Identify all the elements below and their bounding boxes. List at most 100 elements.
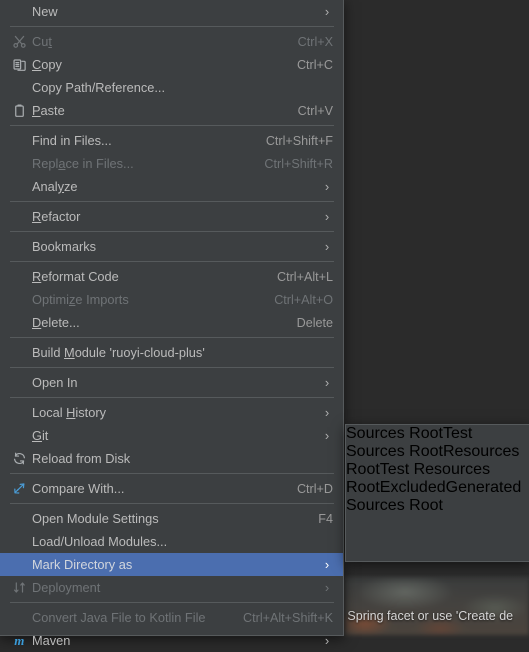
copy-icon	[6, 57, 32, 73]
icon-placeholder	[6, 179, 32, 195]
menu-item-find-in-files[interactable]: Find in Files... Ctrl+Shift+F	[0, 129, 343, 152]
menu-item-open-module-settings[interactable]: Open Module Settings F4	[0, 507, 343, 530]
submenu-item-label: Sources Root	[346, 425, 443, 442]
menu-item-label: Find in Files...	[32, 133, 112, 148]
icon-placeholder	[6, 269, 32, 285]
chevron-right-icon: ›	[324, 209, 330, 224]
menu-item-shortcut: Ctrl+D	[296, 481, 333, 496]
menu-item-label: Compare With...	[32, 481, 125, 496]
menu-item-shortcut: Ctrl+X	[297, 34, 333, 49]
menu-item-replace-in-files: Replace in Files... Ctrl+Shift+R	[0, 152, 343, 175]
menu-item-maven[interactable]: m Maven ›	[0, 629, 343, 652]
menu-item-load-unload-modules[interactable]: Load/Unload Modules...	[0, 530, 343, 553]
menu-item-copy-path-reference[interactable]: Copy Path/Reference...	[0, 76, 343, 99]
menu-item-local-history[interactable]: Local History ›	[0, 401, 343, 424]
icon-placeholder	[6, 511, 32, 527]
menu-item-deployment: Deployment ›	[0, 576, 343, 599]
menu-separator	[10, 201, 334, 202]
chevron-right-icon: ›	[324, 405, 330, 420]
menu-item-bookmarks[interactable]: Bookmarks ›	[0, 235, 343, 258]
chevron-right-icon: ›	[324, 580, 330, 595]
menu-separator	[10, 367, 334, 368]
menu-separator	[10, 397, 334, 398]
menu-item-compare-with[interactable]: Compare With... Ctrl+D	[0, 477, 343, 500]
icon-placeholder	[6, 345, 32, 361]
menu-item-open-in[interactable]: Open In ›	[0, 371, 343, 394]
menu-item-git[interactable]: Git ›	[0, 424, 343, 447]
icon-placeholder	[6, 292, 32, 308]
menu-item-paste[interactable]: Paste Ctrl+V	[0, 99, 343, 122]
submenu-item-label: Excluded	[379, 479, 446, 496]
menu-item-label: Local History	[32, 405, 106, 420]
chevron-right-icon: ›	[324, 428, 330, 443]
icon-placeholder	[6, 428, 32, 444]
menu-item-shortcut: Ctrl+Alt+L	[277, 269, 333, 284]
menu-item-shortcut: Ctrl+Alt+O	[274, 292, 333, 307]
refresh-icon	[6, 451, 32, 467]
icon-placeholder	[6, 209, 32, 225]
menu-item-label: Build Module 'ruoyi-cloud-plus'	[32, 345, 205, 360]
menu-item-copy[interactable]: Copy Ctrl+C	[0, 53, 343, 76]
menu-item-label: Cut	[32, 34, 52, 49]
chevron-right-icon: ›	[324, 557, 330, 572]
menu-item-delete[interactable]: Delete... Delete	[0, 311, 343, 334]
chevron-right-icon: ›	[324, 179, 330, 194]
menu-item-shortcut: Ctrl+Shift+R	[264, 156, 333, 171]
menu-separator	[10, 602, 334, 603]
menu-item-convert-java-file-to-kotlin-file: Convert Java File to Kotlin File Ctrl+Alt…	[0, 606, 343, 629]
scissors-icon	[6, 34, 32, 50]
icon-placeholder	[6, 534, 32, 550]
icon-placeholder	[6, 610, 32, 626]
menu-item-label: Reload from Disk	[32, 451, 131, 466]
menu-item-new[interactable]: New ›	[0, 0, 343, 23]
menu-item-label: Mark Directory as	[32, 557, 133, 572]
menu-item-label: Open In	[32, 375, 78, 390]
menu-item-shortcut: F4	[318, 511, 333, 526]
menu-item-label: Delete...	[32, 315, 80, 330]
menu-separator	[10, 125, 334, 126]
menu-item-label: Load/Unload Modules...	[32, 534, 168, 549]
chevron-right-icon: ›	[324, 633, 330, 648]
menu-item-reload-from-disk[interactable]: Reload from Disk	[0, 447, 343, 470]
menu-item-label: Replace in Files...	[32, 156, 134, 171]
menu-item-label: Optimize Imports	[32, 292, 129, 307]
mark-directory-as-submenu[interactable]: Sources RootTest Sources RootResources R…	[345, 424, 529, 562]
chevron-right-icon: ›	[324, 375, 330, 390]
chevron-right-icon: ›	[324, 4, 330, 19]
compare-icon	[6, 481, 32, 497]
clipboard-icon	[6, 103, 32, 119]
menu-item-shortcut: Delete	[296, 315, 333, 330]
menu-item-label: Copy	[32, 57, 62, 72]
menu-item-label: Bookmarks	[32, 239, 97, 254]
icon-placeholder	[6, 375, 32, 391]
menu-item-label: Deployment	[32, 580, 101, 595]
menu-item-analyze[interactable]: Analyze ›	[0, 175, 343, 198]
menu-item-label: Open Module Settings	[32, 511, 159, 526]
menu-separator	[10, 337, 334, 338]
menu-item-optimize-imports: Optimize Imports Ctrl+Alt+O	[0, 288, 343, 311]
menu-item-label: Reformat Code	[32, 269, 119, 284]
menu-item-label: Paste	[32, 103, 65, 118]
backdrop-status-text: e Spring facet or use 'Create de	[345, 609, 514, 623]
menu-item-label: New	[32, 4, 58, 19]
icon-placeholder	[6, 80, 32, 96]
menu-separator	[10, 473, 334, 474]
icon-placeholder	[6, 405, 32, 421]
icon-placeholder	[6, 156, 32, 172]
project-context-menu[interactable]: New › Cut Ctrl+X Copy Ctrl+C Copy Path/Referen…	[0, 0, 344, 648]
menu-item-build-module-ruoyi-cloud-plus[interactable]: Build Module 'ruoyi-cloud-plus'	[0, 341, 343, 364]
menu-separator	[10, 231, 334, 232]
menu-separator	[10, 26, 334, 27]
icon-placeholder	[6, 133, 32, 149]
menu-item-mark-directory-as[interactable]: Mark Directory as ›	[0, 553, 343, 576]
menu-item-label: Analyze	[32, 179, 78, 194]
menu-item-label: Refactor	[32, 209, 81, 224]
deployment-icon	[6, 580, 32, 596]
menu-item-refactor[interactable]: Refactor ›	[0, 205, 343, 228]
icon-placeholder	[6, 239, 32, 255]
icon-placeholder	[6, 557, 32, 573]
menu-item-cut: Cut Ctrl+X	[0, 30, 343, 53]
menu-item-label: Copy Path/Reference...	[32, 80, 166, 95]
icon-placeholder	[6, 4, 32, 20]
menu-item-reformat-code[interactable]: Reformat Code Ctrl+Alt+L	[0, 265, 343, 288]
